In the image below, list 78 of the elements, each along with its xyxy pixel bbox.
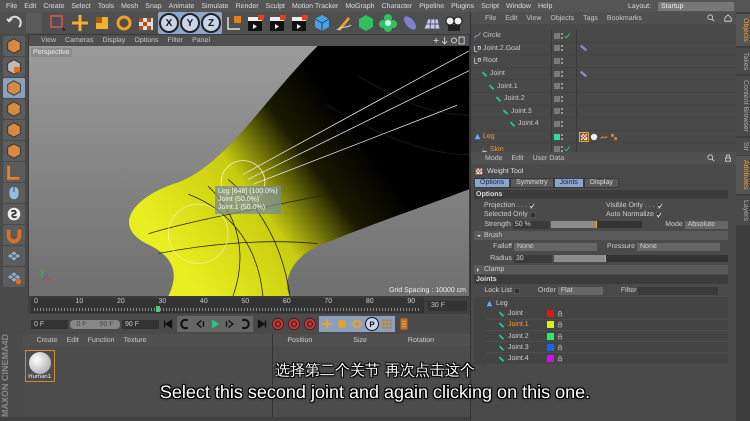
lock-icon[interactable] — [557, 310, 563, 317]
layer-swatch[interactable] — [554, 134, 560, 140]
navigation-icon[interactable] — [431, 36, 465, 45]
cube-icon[interactable] — [3, 99, 25, 119]
search-icon[interactable] — [707, 14, 715, 22]
null-object-icon — [474, 57, 481, 64]
mesh-icon — [486, 300, 493, 307]
joint-color-swatch[interactable] — [547, 344, 554, 351]
search-icon[interactable] — [707, 154, 715, 162]
strength-slider-fill[interactable] — [551, 221, 597, 228]
selection-icon[interactable] — [48, 13, 68, 33]
layer-box-icon[interactable] — [554, 108, 560, 114]
checkbox[interactable] — [656, 212, 662, 218]
cube-icon[interactable] — [3, 120, 25, 140]
joint-color-swatch[interactable] — [547, 355, 554, 362]
axis-button[interactable]: X — [159, 13, 179, 33]
grid-icon[interactable] — [3, 267, 25, 287]
lock-icon[interactable] — [557, 321, 563, 328]
flower-icon[interactable] — [378, 13, 398, 33]
lock-icon[interactable] — [557, 344, 563, 351]
dots-tag-icon[interactable] — [610, 132, 618, 141]
record-key-icon[interactable] — [271, 317, 285, 331]
clapboard-icon[interactable] — [268, 13, 288, 33]
snap-icon[interactable] — [3, 204, 25, 224]
subtitle-text: Select this second joint and again clicking on this one. — [160, 382, 590, 403]
checker-cube-icon[interactable] — [3, 57, 25, 77]
layer-box-icon[interactable] — [554, 83, 560, 90]
cube-icon[interactable] — [3, 141, 25, 161]
checkbox[interactable] — [528, 202, 535, 208]
lock-icon[interactable] — [557, 332, 563, 340]
radius-slider-fill[interactable] — [554, 255, 606, 262]
cube-icon[interactable] — [312, 13, 332, 33]
cube-icon[interactable] — [3, 36, 25, 56]
rotate-icon[interactable] — [114, 13, 134, 33]
layer-box-icon[interactable] — [554, 70, 560, 77]
checkbox[interactable] — [530, 212, 536, 218]
clapboard-icon[interactable] — [290, 13, 310, 33]
ik-tag-icon[interactable] — [580, 70, 588, 78]
record-key-icon[interactable] — [303, 317, 317, 331]
logo-text: MAXON CINEMA4D — [0, 334, 11, 418]
grid-lock-icon[interactable] — [3, 246, 25, 266]
checker-tag-icon[interactable] — [580, 132, 588, 141]
cube-icon[interactable] — [3, 78, 25, 98]
check-icon[interactable] — [564, 32, 570, 39]
clapboard-icon[interactable] — [246, 13, 266, 33]
axis-button[interactable]: Z — [201, 13, 221, 33]
mouse-icon[interactable] — [3, 183, 25, 203]
axis-button[interactable]: Y — [180, 13, 200, 33]
parameter-key-button[interactable]: P — [365, 317, 379, 331]
ik-tag-icon[interactable] — [580, 44, 588, 52]
checkbox[interactable] — [514, 288, 520, 294]
joint-color-swatch[interactable] — [547, 332, 554, 340]
joint-color-swatch[interactable] — [547, 321, 554, 328]
checker-icon — [475, 167, 483, 175]
lock-icon[interactable] — [557, 355, 563, 362]
record-key-icon[interactable] — [287, 317, 301, 331]
layer-box-icon[interactable] — [554, 32, 560, 39]
check-icon[interactable] — [564, 146, 570, 152]
dots-grid-icon[interactable] — [380, 317, 394, 331]
mesh-icon — [474, 133, 481, 140]
axis-gizmo-icon — [39, 266, 55, 282]
skip-start-icon[interactable] — [161, 317, 175, 331]
spline-icon — [474, 32, 481, 40]
layer-box-icon[interactable] — [554, 45, 560, 52]
layer-box-icon[interactable] — [554, 58, 560, 64]
sphere-tag-icon[interactable] — [590, 132, 598, 141]
joint-color-swatch[interactable] — [547, 310, 554, 317]
lock-icon[interactable] — [724, 154, 732, 162]
move-icon[interactable] — [70, 13, 90, 33]
home-icon[interactable] — [724, 14, 732, 22]
layer-box-icon[interactable] — [554, 96, 560, 102]
null-object-icon — [474, 44, 481, 52]
checkbox[interactable] — [656, 202, 663, 208]
layer-box-icon[interactable] — [554, 146, 560, 152]
current-frame-marker[interactable] — [156, 306, 160, 312]
skip-end-icon[interactable] — [255, 317, 269, 331]
layer-box-icon[interactable] — [554, 120, 560, 127]
subtitle-text: 选择第二个关节 再次点击这个 — [275, 361, 475, 380]
